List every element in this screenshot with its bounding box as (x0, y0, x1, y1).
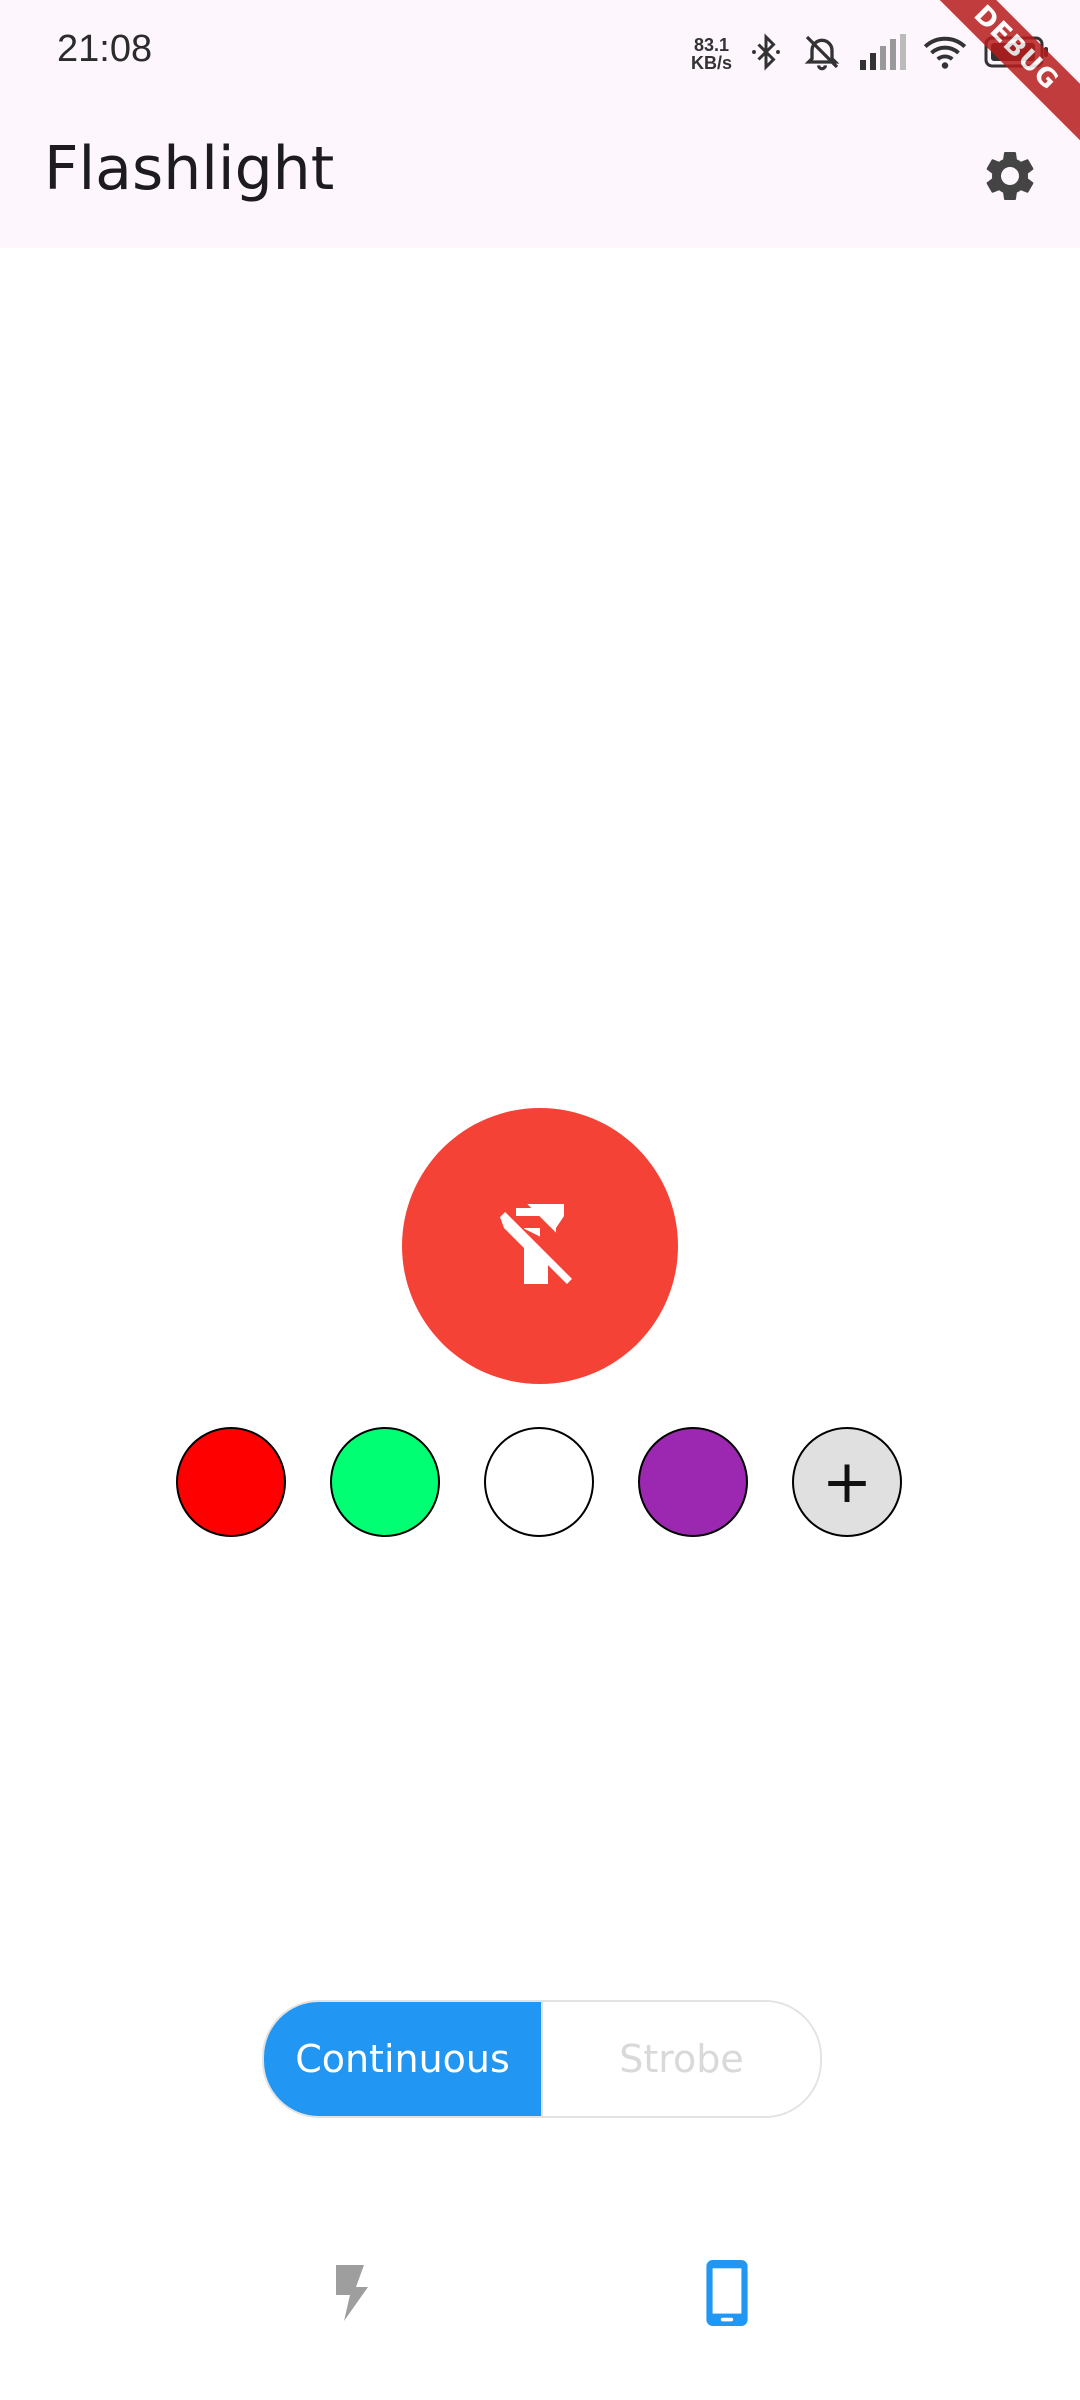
mode-continuous-button[interactable]: Continuous (264, 2002, 541, 2116)
bluetooth-icon (748, 32, 784, 76)
nav-screen-light-button[interactable] (682, 2250, 772, 2340)
color-swatch-purple[interactable] (638, 1427, 748, 1537)
flash-icon (328, 2261, 376, 2329)
network-speed: 83.1 KB/s (691, 36, 732, 72)
mode-selector: Continuous Strobe (262, 2000, 822, 2118)
color-swatch-green[interactable] (330, 1427, 440, 1537)
signal-icon (860, 34, 906, 74)
mode-strobe-button[interactable]: Strobe (541, 2002, 820, 2116)
color-swatch-white[interactable] (484, 1427, 594, 1537)
network-speed-unit: KB/s (690, 53, 732, 73)
status-bar: 21:08 83.1 KB/s (0, 0, 1080, 108)
nav-flashlight-button[interactable] (307, 2250, 397, 2340)
color-swatch-red[interactable] (176, 1427, 286, 1537)
flashlight-off-icon (492, 1196, 588, 1296)
settings-button[interactable] (968, 136, 1052, 220)
flashlight-toggle-button[interactable] (402, 1108, 678, 1384)
status-time: 21:08 (57, 28, 153, 70)
muted-bell-icon (800, 32, 844, 76)
app-bar: Flashlight (0, 108, 1080, 248)
plus-icon: + (821, 1447, 873, 1517)
phone-icon (702, 2258, 752, 2332)
add-color-button[interactable]: + (792, 1427, 902, 1537)
page-title: Flashlight (44, 134, 335, 204)
gear-icon (980, 146, 1040, 210)
network-speed-value: 83.1 (693, 35, 730, 55)
wifi-icon (922, 34, 968, 74)
color-swatch-row: + (176, 1427, 904, 1537)
